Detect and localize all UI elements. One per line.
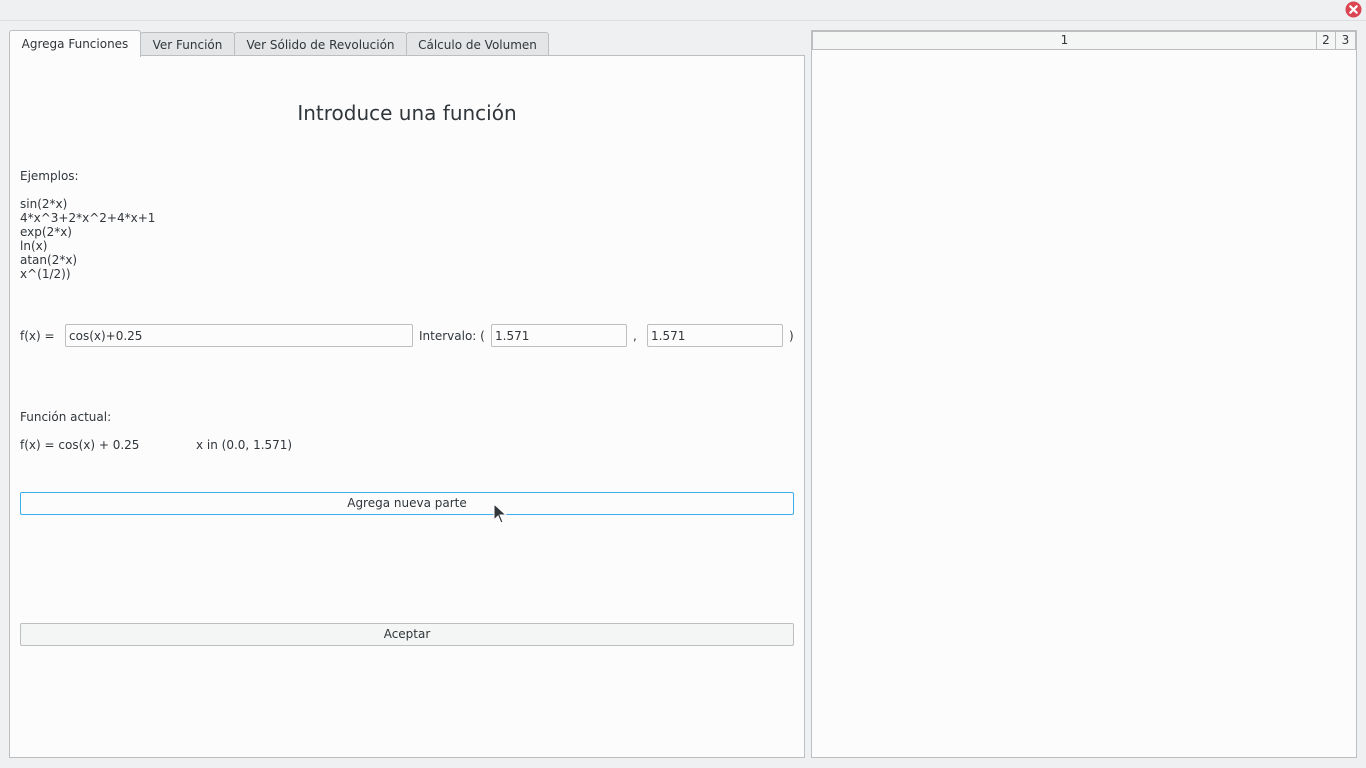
current-interval: x in (0.0, 1.571) bbox=[196, 438, 293, 452]
current-function: f(x) = cos(x) + 0.25 bbox=[20, 438, 140, 452]
preview-tab-2[interactable]: 2 bbox=[1316, 31, 1336, 50]
preview-tab-1[interactable]: 1 bbox=[812, 31, 1317, 50]
examples-title: Ejemplos: bbox=[20, 169, 79, 183]
interval-label: Intervalo: ( bbox=[419, 329, 485, 343]
interval-comma: , bbox=[633, 329, 637, 343]
window-titlebar bbox=[0, 0, 1366, 21]
interval-close-paren: ) bbox=[789, 329, 794, 343]
page-title: Introduce una función bbox=[297, 101, 517, 125]
fx-label: f(x) = bbox=[20, 329, 55, 343]
preview-panel: 1 2 3 bbox=[811, 30, 1357, 758]
current-function-title: Función actual: bbox=[20, 410, 112, 424]
interval-end-input[interactable] bbox=[647, 324, 783, 347]
mouse-cursor-icon bbox=[493, 503, 507, 524]
preview-tab-3[interactable]: 3 bbox=[1335, 31, 1356, 50]
tab-ver-solido[interactable]: Ver Sólido de Revolución bbox=[234, 32, 407, 56]
close-icon[interactable] bbox=[1345, 1, 1362, 18]
function-panel: Introduce una función Ejemplos: sin(2*x)… bbox=[9, 55, 805, 758]
add-part-button[interactable]: Agrega nueva parte bbox=[20, 492, 794, 515]
example-item: x^(1/2)) bbox=[20, 267, 71, 281]
example-item: sin(2*x) bbox=[20, 197, 68, 211]
tab-calculo-volumen[interactable]: Cálculo de Volumen bbox=[406, 32, 549, 56]
example-item: atan(2*x) bbox=[20, 253, 78, 267]
example-item: ln(x) bbox=[20, 239, 48, 253]
accept-button[interactable]: Aceptar bbox=[20, 623, 794, 646]
function-input[interactable] bbox=[65, 324, 413, 347]
interval-start-input[interactable] bbox=[491, 324, 627, 347]
tab-agrega-funciones[interactable]: Agrega Funciones bbox=[9, 30, 141, 57]
tab-ver-funcion[interactable]: Ver Función bbox=[140, 32, 235, 56]
example-item: exp(2*x) bbox=[20, 225, 72, 239]
example-item: 4*x^3+2*x^2+4*x+1 bbox=[20, 211, 156, 225]
